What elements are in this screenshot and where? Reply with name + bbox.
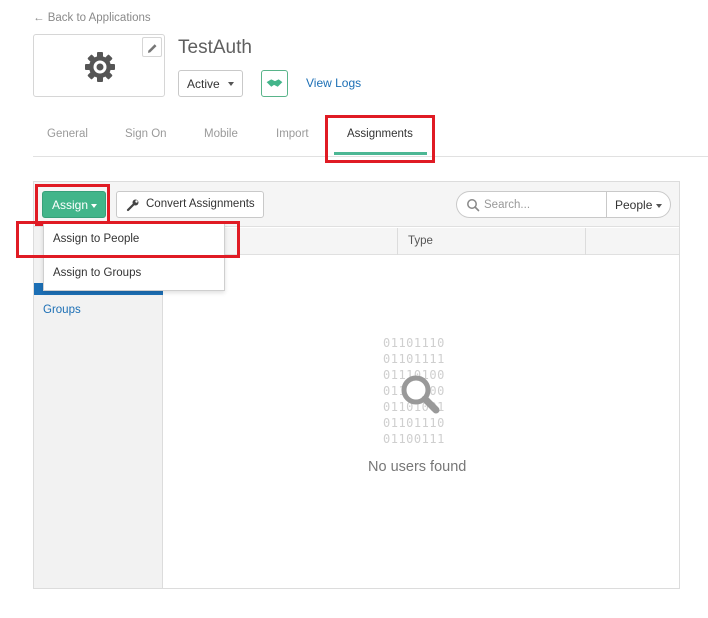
search-icon xyxy=(467,199,480,212)
pencil-icon xyxy=(147,44,157,53)
status-value: Active xyxy=(187,77,220,91)
highlight-assign-button xyxy=(35,184,110,226)
tab-general[interactable]: General xyxy=(47,128,88,140)
caret-down-icon xyxy=(228,82,234,86)
edit-logo-button[interactable] xyxy=(142,37,162,57)
sidebar-item-groups[interactable]: Groups xyxy=(43,304,81,316)
column-header-type: Type xyxy=(408,235,433,247)
tab-mobile[interactable]: Mobile xyxy=(204,128,238,140)
caret-down-icon xyxy=(656,204,662,208)
convert-assignments-button[interactable]: Convert Assignments xyxy=(116,191,264,218)
column-divider xyxy=(585,228,586,255)
menu-item-assign-to-groups[interactable]: Assign to Groups xyxy=(53,267,141,279)
wrench-icon xyxy=(126,199,139,212)
search-input[interactable] xyxy=(482,196,602,214)
view-logs-link[interactable]: View Logs xyxy=(306,76,361,90)
column-divider xyxy=(397,228,398,255)
back-to-applications-link[interactable]: ← Back to Applications xyxy=(33,12,151,24)
tab-import[interactable]: Import xyxy=(276,128,309,140)
search-field[interactable] xyxy=(456,191,608,218)
search-filter-select[interactable]: People xyxy=(606,191,671,218)
status-select[interactable]: Active xyxy=(178,70,243,97)
handshake-button[interactable] xyxy=(261,70,288,97)
gear-icon xyxy=(85,52,115,82)
tab-sign-on[interactable]: Sign On xyxy=(125,128,167,140)
empty-state-message: No users found xyxy=(368,459,467,475)
highlight-assign-to-people xyxy=(16,221,240,258)
magnifier-icon xyxy=(401,375,440,414)
search-filter-value: People xyxy=(615,198,653,212)
highlight-assignments-tab xyxy=(325,115,435,163)
app-title: TestAuth xyxy=(178,37,252,58)
app-logo xyxy=(33,34,165,97)
handshake-icon xyxy=(266,79,283,87)
convert-assignments-label: Convert Assignments xyxy=(146,198,255,210)
